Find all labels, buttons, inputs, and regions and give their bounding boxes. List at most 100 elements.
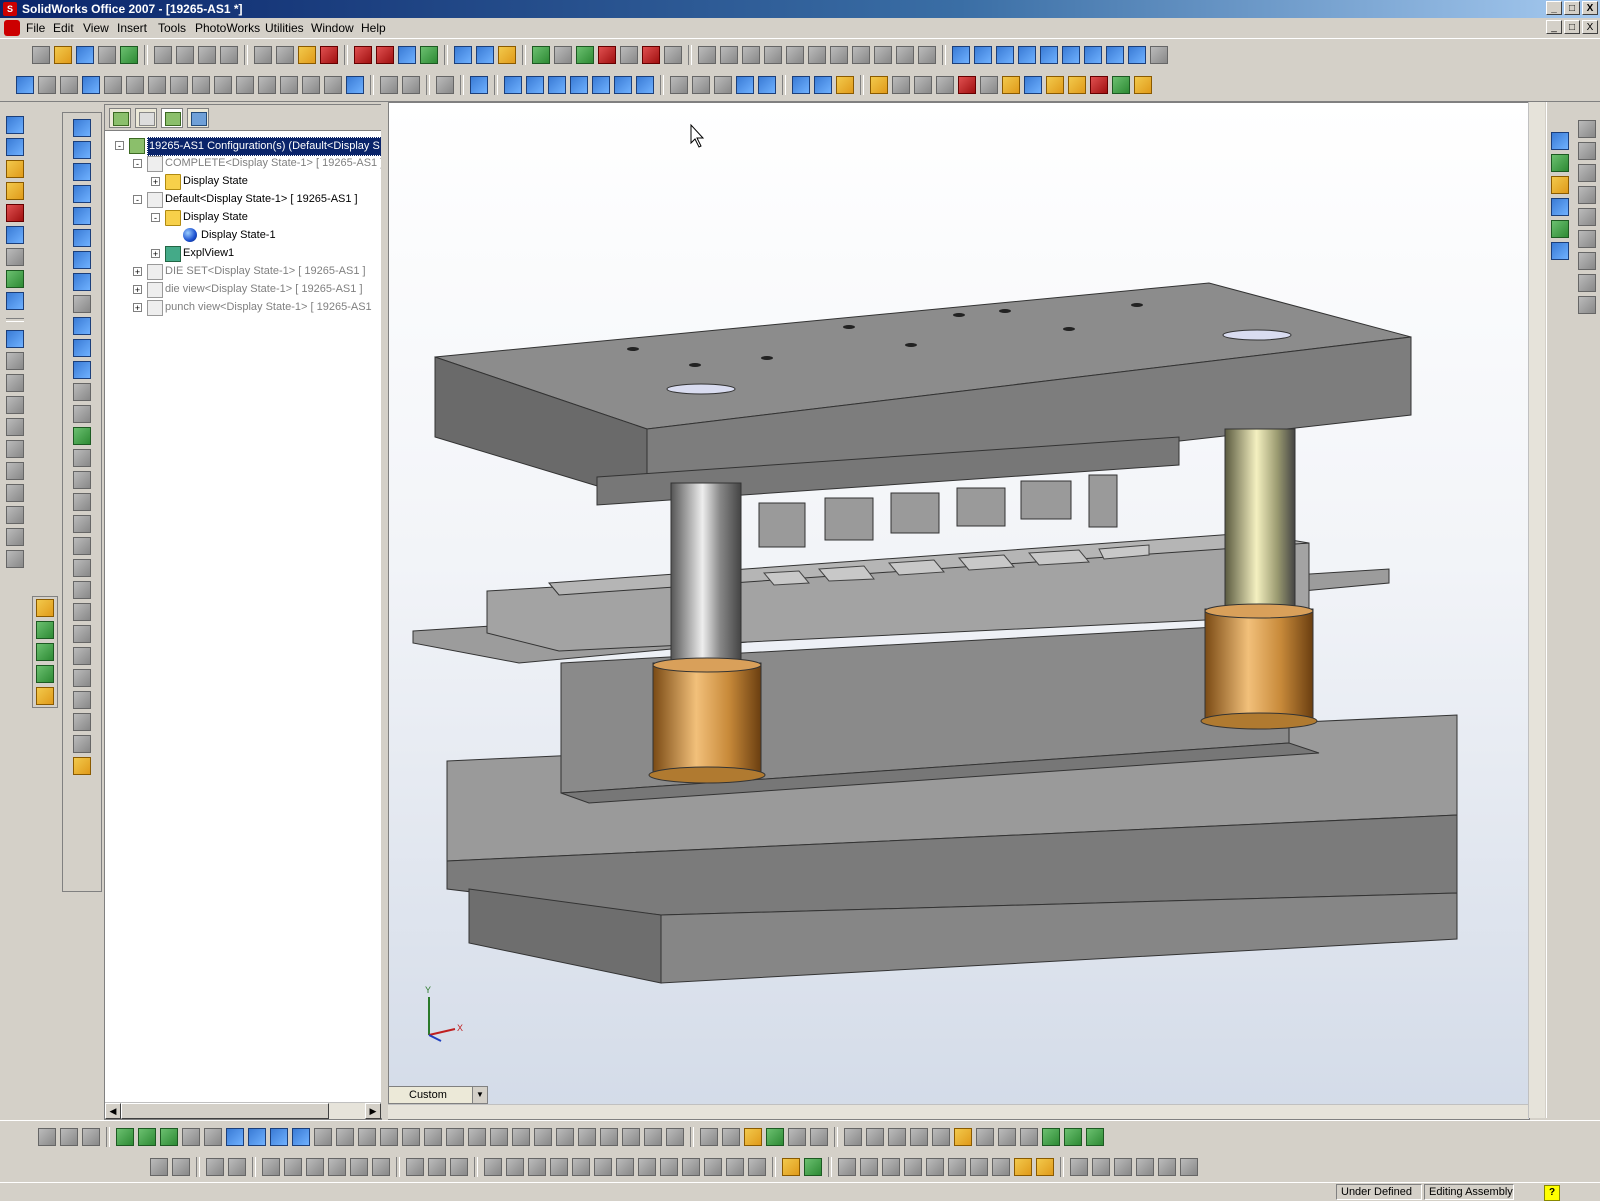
tree-node[interactable]: - COMPLETE<Display State-1> [ 19265-AS1 ] bbox=[105, 155, 383, 172]
properties-icon[interactable] bbox=[476, 46, 494, 64]
right-tool-1-icon[interactable] bbox=[1578, 120, 1596, 138]
three-point-arc-icon[interactable] bbox=[73, 273, 91, 291]
expand-icon[interactable]: + bbox=[151, 177, 160, 187]
search-icon[interactable] bbox=[1551, 198, 1569, 216]
filter-3-icon[interactable] bbox=[82, 1128, 100, 1146]
shaded-icon[interactable] bbox=[758, 76, 776, 94]
routing-3-icon[interactable] bbox=[838, 1158, 856, 1176]
dimxpert-tab[interactable] bbox=[187, 107, 209, 128]
feature-22-icon[interactable] bbox=[578, 1128, 596, 1146]
assembly-tool-6-icon[interactable] bbox=[808, 46, 826, 64]
smart-dimension-icon[interactable] bbox=[16, 76, 34, 94]
select-filter-icon[interactable] bbox=[276, 46, 294, 64]
feature-tool-3-icon[interactable] bbox=[914, 76, 932, 94]
weldment-16-icon[interactable] bbox=[748, 1158, 766, 1176]
right-tool-2-icon[interactable] bbox=[1578, 142, 1596, 160]
circular-pattern-icon[interactable] bbox=[73, 537, 91, 555]
feature-13-icon[interactable] bbox=[380, 1128, 398, 1146]
section-view-icon[interactable] bbox=[1150, 46, 1168, 64]
zoom-to-fit-icon[interactable] bbox=[504, 76, 522, 94]
weldment-3-icon[interactable] bbox=[450, 1158, 468, 1176]
routing-5-icon[interactable] bbox=[882, 1158, 900, 1176]
feature-8-icon[interactable] bbox=[270, 1128, 288, 1146]
make-assembly-icon[interactable] bbox=[120, 46, 138, 64]
surface-6-icon[interactable] bbox=[810, 1128, 828, 1146]
routing-1-icon[interactable] bbox=[782, 1158, 800, 1176]
routing-4-icon[interactable] bbox=[860, 1158, 878, 1176]
weld-symbol-icon[interactable] bbox=[170, 76, 188, 94]
feature-tool-1-icon[interactable] bbox=[870, 76, 888, 94]
hidden-lines-removed-icon[interactable] bbox=[714, 76, 732, 94]
left-view-icon[interactable] bbox=[1018, 46, 1036, 64]
tree-node[interactable]: Display State-1 bbox=[105, 227, 381, 244]
weldment-5-icon[interactable] bbox=[506, 1158, 524, 1176]
left-tool-13-icon[interactable] bbox=[6, 396, 24, 414]
mold-tool-4-icon[interactable] bbox=[1136, 1158, 1154, 1176]
mold-5-icon[interactable] bbox=[932, 1128, 950, 1146]
left-tool-8-icon[interactable] bbox=[6, 270, 24, 288]
rotate-entities-icon[interactable] bbox=[73, 581, 91, 599]
collapse-icon[interactable]: - bbox=[151, 213, 160, 223]
point-icon[interactable] bbox=[36, 665, 54, 683]
zoom-to-area-icon[interactable] bbox=[526, 76, 544, 94]
panel-splitter[interactable] bbox=[381, 102, 387, 1118]
doc-minimize-button[interactable]: _ bbox=[1546, 20, 1562, 34]
note-icon[interactable] bbox=[82, 76, 100, 94]
assembly-tool-3-icon[interactable] bbox=[742, 46, 760, 64]
routing-12-icon[interactable] bbox=[1036, 1158, 1054, 1176]
feature-manager-hscroll[interactable]: ◀ ▶ bbox=[105, 1102, 381, 1119]
guide-post-right[interactable] bbox=[1224, 428, 1296, 620]
guide-bushing-right[interactable] bbox=[1204, 608, 1314, 720]
mold-tool-1-icon[interactable] bbox=[1070, 1158, 1088, 1176]
hide-show-components-icon[interactable] bbox=[554, 46, 572, 64]
collapse-icon[interactable]: - bbox=[115, 141, 124, 151]
maximize-button[interactable]: □ bbox=[1564, 1, 1580, 15]
guide-bushing-left[interactable] bbox=[652, 662, 762, 774]
split-entities-icon[interactable] bbox=[73, 669, 91, 687]
wireframe-icon[interactable] bbox=[670, 76, 688, 94]
feature-19-icon[interactable] bbox=[512, 1128, 530, 1146]
pan-icon[interactable] bbox=[614, 76, 632, 94]
right-tool-8-icon[interactable] bbox=[1578, 274, 1596, 292]
zoom-in-out-icon[interactable] bbox=[548, 76, 566, 94]
right-tool-5-icon[interactable] bbox=[1578, 208, 1596, 226]
tree-node[interactable]: - 19265-AS1 Configuration(s) (Default<Dis… bbox=[105, 137, 382, 156]
assembly-tool-1-icon[interactable] bbox=[698, 46, 716, 64]
surface-1-icon[interactable] bbox=[700, 1128, 718, 1146]
grid-icon[interactable] bbox=[354, 46, 372, 64]
datum-target-icon[interactable] bbox=[236, 76, 254, 94]
sketch-picture-icon[interactable] bbox=[73, 757, 91, 775]
assembly-tool-4-icon[interactable] bbox=[764, 46, 782, 64]
routing-2-icon[interactable] bbox=[804, 1158, 822, 1176]
area-hatch-icon[interactable] bbox=[302, 76, 320, 94]
new-document-icon[interactable] bbox=[32, 46, 50, 64]
left-tool-14-icon[interactable] bbox=[6, 418, 24, 436]
feature-tool-10-icon[interactable] bbox=[1068, 76, 1086, 94]
right-tool-4-icon[interactable] bbox=[1578, 186, 1596, 204]
feature-2-icon[interactable] bbox=[138, 1128, 156, 1146]
assembly-tool-7-icon[interactable] bbox=[830, 46, 848, 64]
chevron-down-icon[interactable]: ▼ bbox=[472, 1087, 487, 1103]
centerline-sketch-icon[interactable] bbox=[73, 317, 91, 335]
zoom-to-selection-icon[interactable] bbox=[570, 76, 588, 94]
sheetmetal-9-icon[interactable] bbox=[350, 1158, 368, 1176]
weldment-11-icon[interactable] bbox=[638, 1158, 656, 1176]
collapse-icon[interactable]: - bbox=[133, 159, 142, 169]
routing-8-icon[interactable] bbox=[948, 1158, 966, 1176]
feature-7-icon[interactable] bbox=[248, 1128, 266, 1146]
right-tool-6-icon[interactable] bbox=[1578, 230, 1596, 248]
datum-feature-icon[interactable] bbox=[214, 76, 232, 94]
feature-tool-4-icon[interactable] bbox=[936, 76, 954, 94]
weldment-14-icon[interactable] bbox=[704, 1158, 722, 1176]
open-folder-icon[interactable] bbox=[54, 46, 72, 64]
extend-icon[interactable] bbox=[73, 713, 91, 731]
surface-5-icon[interactable] bbox=[788, 1128, 806, 1146]
feature-24-icon[interactable] bbox=[622, 1128, 640, 1146]
annotation-1-icon[interactable] bbox=[38, 76, 56, 94]
minimize-button[interactable]: _ bbox=[1546, 1, 1562, 15]
axis-icon[interactable] bbox=[36, 621, 54, 639]
linear-pattern-icon[interactable] bbox=[73, 515, 91, 533]
weldment-7-icon[interactable] bbox=[550, 1158, 568, 1176]
tree-node[interactable]: + ExplView1 bbox=[105, 245, 381, 262]
sheetmetal-3-icon[interactable] bbox=[206, 1158, 224, 1176]
